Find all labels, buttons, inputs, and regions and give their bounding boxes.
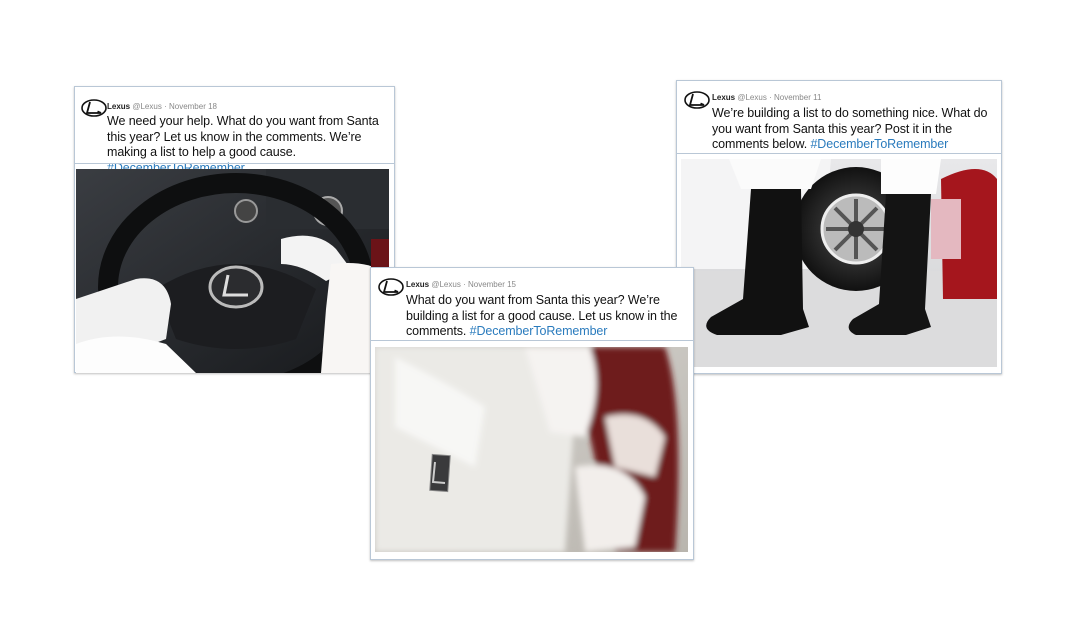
tweet-date[interactable]: November 15: [468, 280, 516, 289]
tweet-image[interactable]: [76, 169, 389, 373]
tweet-text: What do you want from Santa this year? W…: [406, 293, 689, 340]
account-handle[interactable]: @Lexus: [737, 93, 766, 102]
tweet-meta: Lexus @Lexus · November 18: [107, 102, 217, 112]
tweet-meta: Lexus @Lexus · November 11: [712, 93, 821, 103]
account-name[interactable]: Lexus: [406, 280, 429, 289]
lexus-logo-icon: [378, 278, 404, 296]
tweet-meta: Lexus @Lexus · November 15: [406, 280, 516, 290]
tweet-image[interactable]: [375, 347, 688, 552]
meta-separator: ·: [463, 280, 466, 289]
divider: [75, 163, 394, 164]
meta-separator: ·: [164, 102, 167, 111]
tweet-card[interactable]: Lexus @Lexus · November 15 What do you w…: [370, 267, 694, 560]
tweet-body: We need your help. What do you want from…: [107, 114, 379, 159]
meta-separator: ·: [769, 93, 772, 102]
hashtag-link[interactable]: #DecemberToRemember: [470, 324, 608, 338]
hashtag-link[interactable]: #DecemberToRemember: [810, 137, 948, 151]
account-handle[interactable]: @Lexus: [431, 280, 460, 289]
account-name[interactable]: Lexus: [712, 93, 735, 102]
tweet-date[interactable]: November 11: [774, 93, 821, 102]
tweet-image[interactable]: [681, 159, 997, 367]
lexus-logo-icon: [81, 99, 107, 117]
tweet-card[interactable]: Lexus @Lexus · November 18 We need your …: [74, 86, 395, 373]
tweet-card[interactable]: Lexus @Lexus · November 11 We’re buildin…: [676, 80, 1002, 374]
lexus-logo-icon: [684, 91, 710, 109]
tweet-text: We need your help. What do you want from…: [107, 114, 392, 176]
divider: [371, 340, 693, 341]
tweet-date[interactable]: November 18: [169, 102, 217, 111]
divider: [677, 153, 1001, 154]
tweet-text: We’re building a list to do something ni…: [712, 106, 992, 153]
account-name[interactable]: Lexus: [107, 102, 130, 111]
account-handle[interactable]: @Lexus: [132, 102, 161, 111]
